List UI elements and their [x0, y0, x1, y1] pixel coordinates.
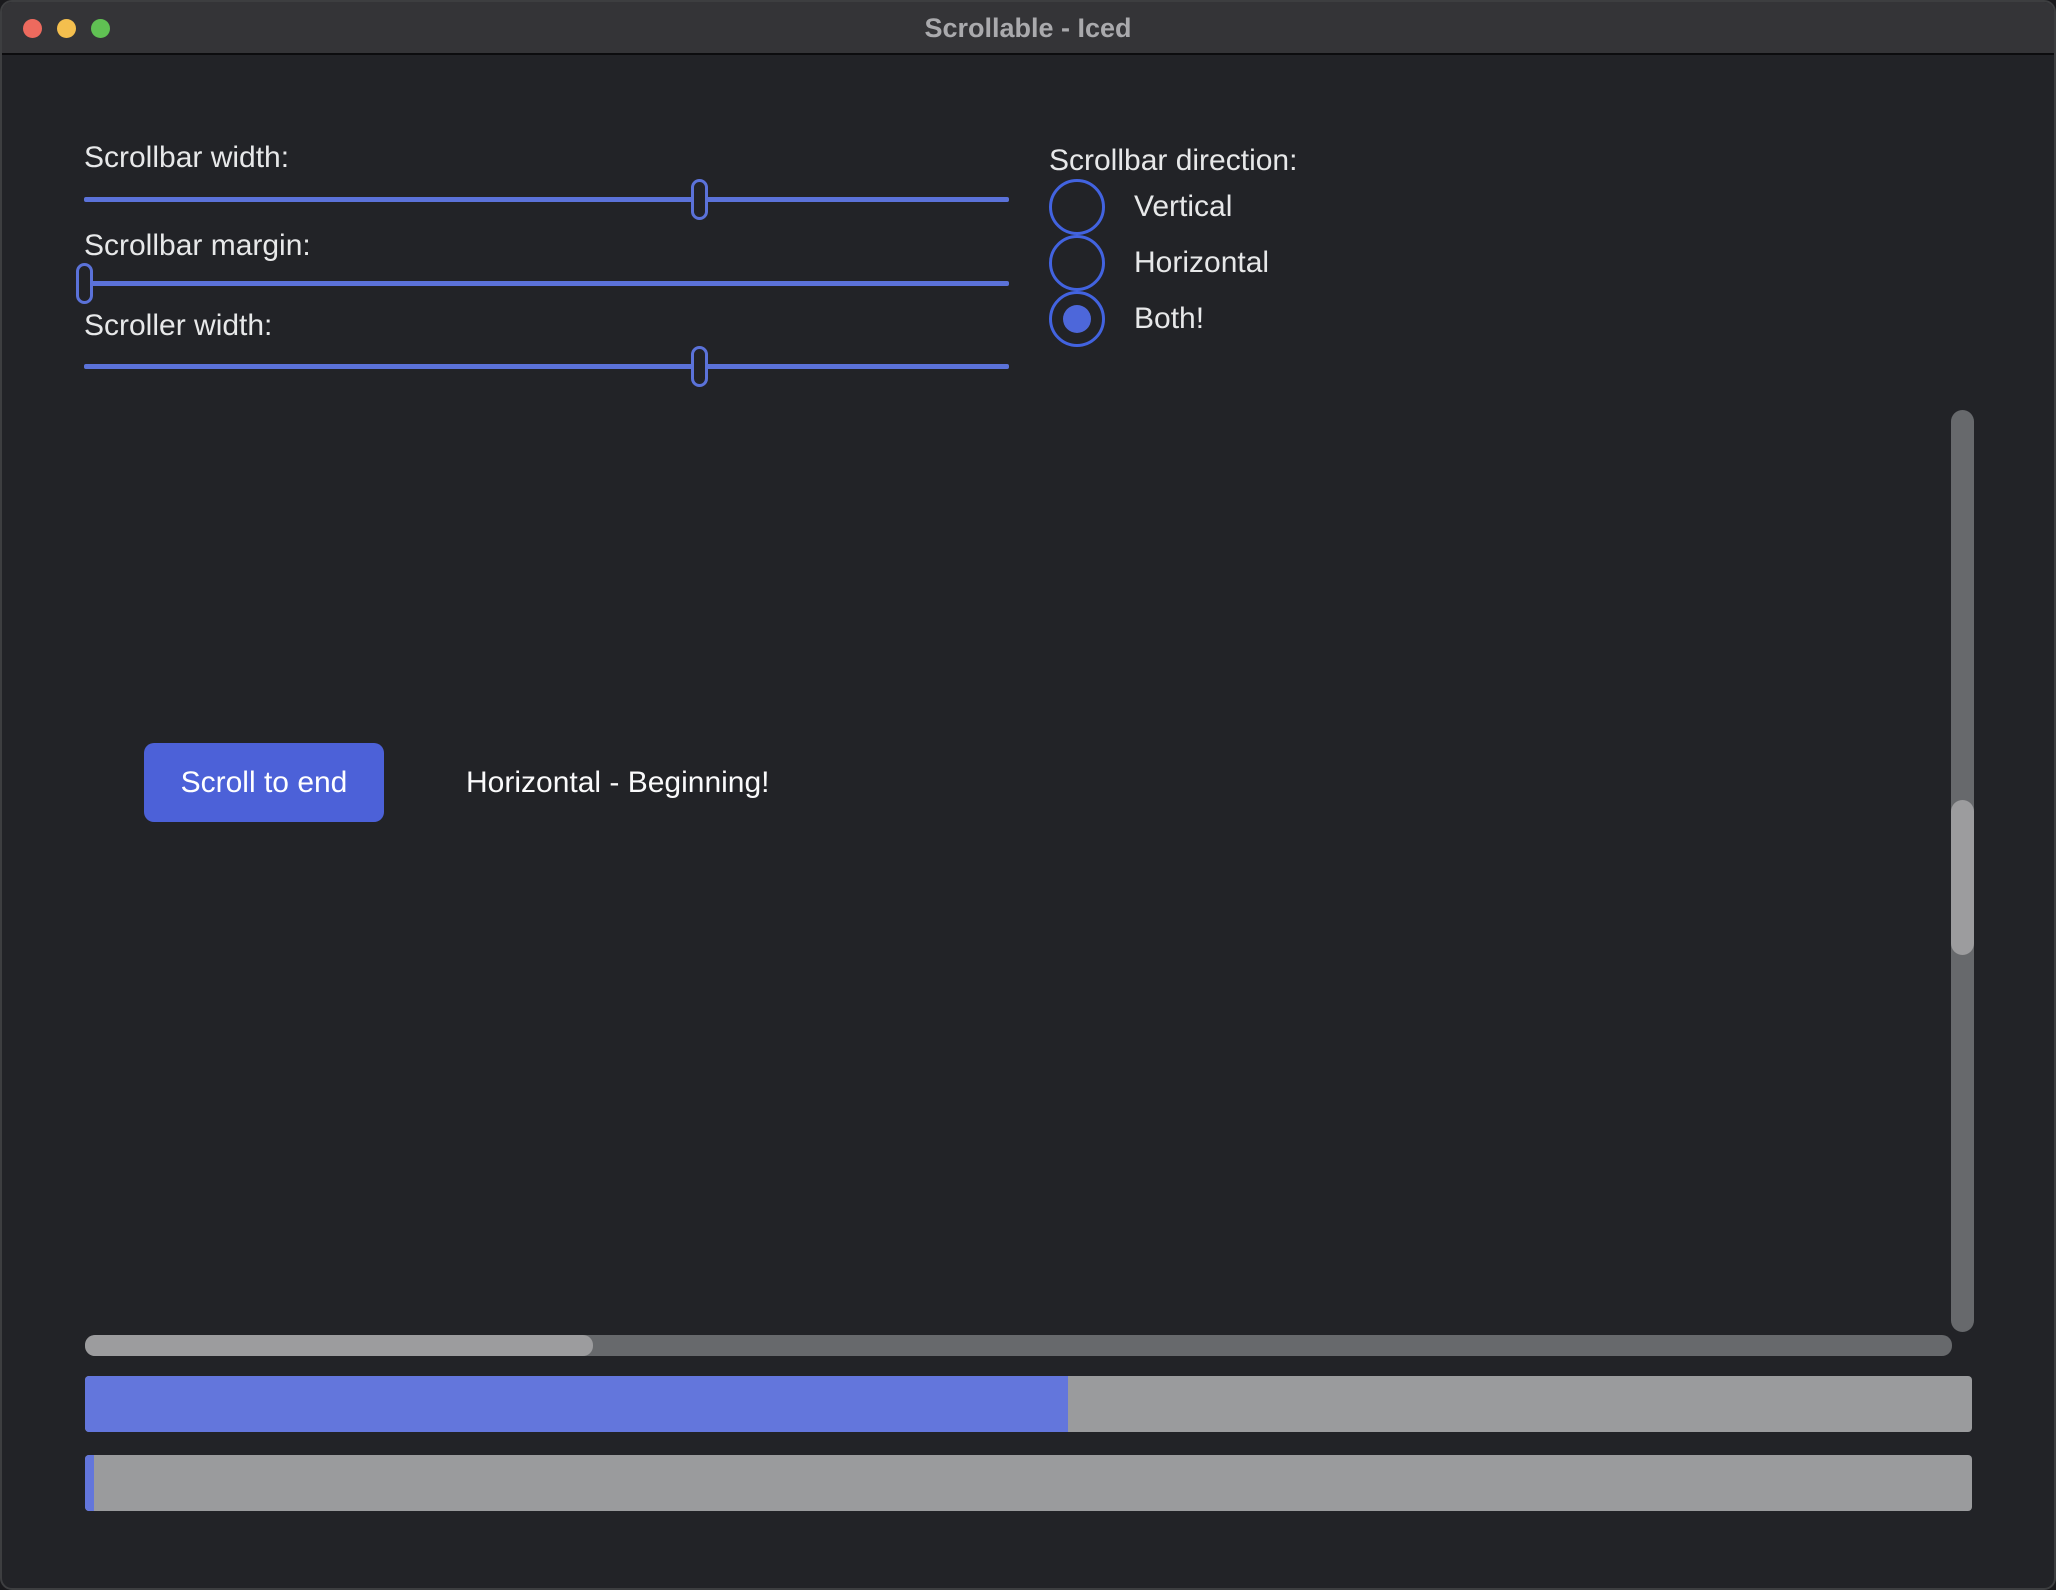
progress-fill: [85, 1455, 94, 1511]
horizontal-progress-bar: [85, 1376, 1972, 1432]
radio-circle-icon[interactable]: [1049, 179, 1105, 235]
radio-label: Vertical: [1134, 190, 1232, 224]
radio-dot-icon: [1063, 193, 1091, 221]
scroller-width-label: Scroller width:: [84, 308, 272, 344]
titlebar: Scrollable - Iced: [2, 2, 2054, 55]
scrollbar-margin-slider[interactable]: [84, 263, 1009, 304]
scrollbar-margin-label: Scrollbar margin:: [84, 228, 311, 264]
radio-label: Both!: [1134, 302, 1204, 336]
radio-dot-icon: [1063, 305, 1091, 333]
radio-label: Horizontal: [1134, 246, 1269, 280]
scroller-width-slider[interactable]: [84, 346, 1009, 387]
app-window: Scrollable - Iced Scrollbar width: Scrol…: [0, 0, 2056, 1590]
vertical-progress-bar: [85, 1455, 1972, 1511]
scroll-status-text: Horizontal - Beginning!: [466, 743, 770, 822]
radio-horizontal[interactable]: Horizontal: [1049, 235, 1269, 291]
scrollbar-width-label: Scrollbar width:: [84, 140, 289, 176]
slider-handle[interactable]: [76, 263, 93, 304]
radio-both[interactable]: Both!: [1049, 291, 1204, 347]
window-title: Scrollable - Iced: [2, 2, 2054, 55]
progress-fill: [85, 1376, 1068, 1432]
radio-dot-icon: [1063, 249, 1091, 277]
horizontal-scrollbar-thumb[interactable]: [85, 1335, 593, 1356]
scrollbar-width-slider[interactable]: [84, 179, 1009, 220]
slider-track[interactable]: [84, 364, 1009, 369]
scroll-to-end-button[interactable]: Scroll to end: [144, 743, 384, 822]
radio-circle-icon[interactable]: [1049, 291, 1105, 347]
scrollbar-direction-label: Scrollbar direction:: [1049, 143, 1297, 179]
horizontal-scrollbar-track[interactable]: [85, 1335, 1952, 1356]
slider-track[interactable]: [84, 197, 1009, 202]
slider-track[interactable]: [84, 281, 1009, 286]
vertical-scrollbar-thumb[interactable]: [1951, 800, 1974, 955]
radio-circle-icon[interactable]: [1049, 235, 1105, 291]
slider-handle[interactable]: [691, 346, 708, 387]
radio-vertical[interactable]: Vertical: [1049, 179, 1232, 235]
vertical-scrollbar-track[interactable]: [1951, 410, 1974, 1332]
slider-handle[interactable]: [691, 179, 708, 220]
